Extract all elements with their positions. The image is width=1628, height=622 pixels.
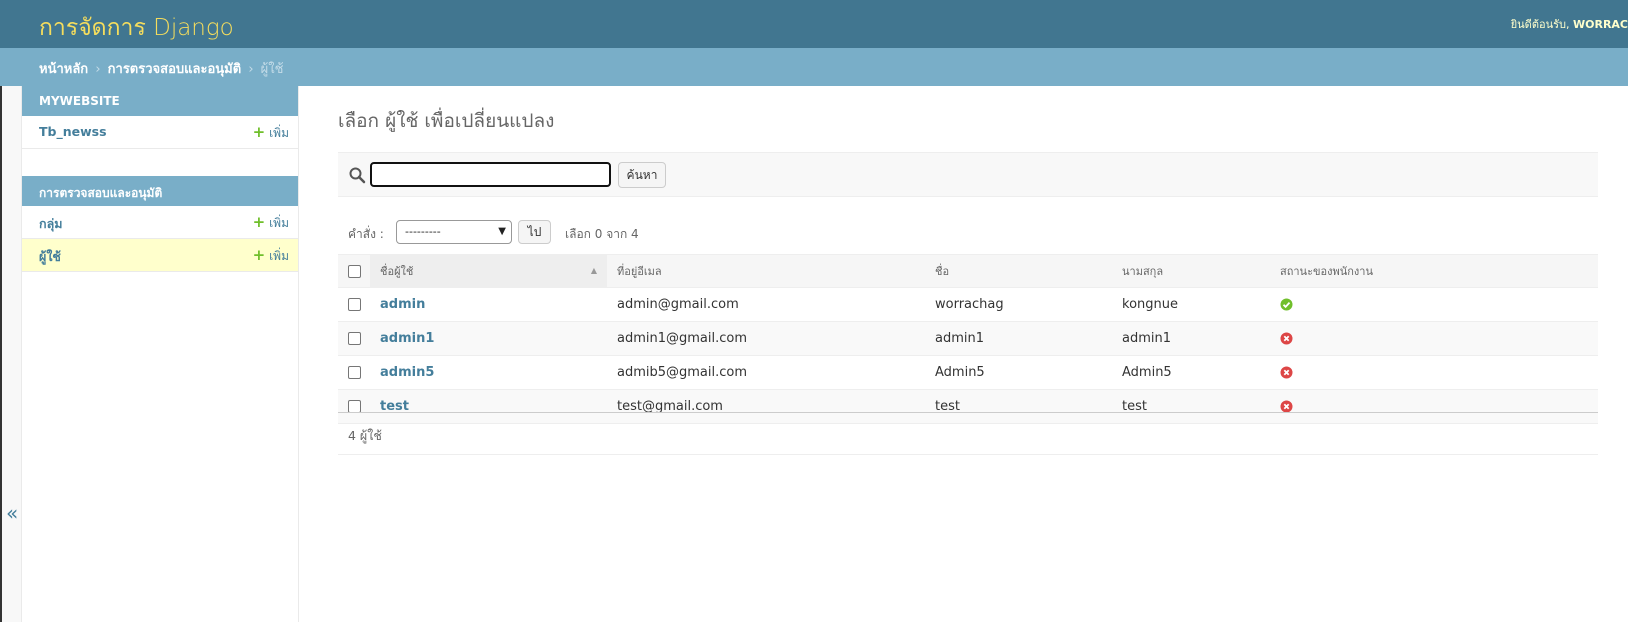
- sort-ascending-icon[interactable]: ▲: [591, 266, 597, 275]
- site-branding[interactable]: การจัดการ Django: [39, 10, 234, 46]
- sidebar-item-label[interactable]: กลุ่ม: [39, 214, 62, 234]
- x-circle-icon: [1280, 366, 1293, 379]
- row-checkbox-cell: [338, 287, 370, 322]
- sidebar-item-users: ผู้ใช้ + เพิ่ม: [22, 239, 298, 272]
- header: การจัดการ Django ยินดีต้อนรับ, WORRAC: [0, 0, 1628, 48]
- row-checkbox-cell: [338, 355, 370, 390]
- cell-last-name: kongnue: [1112, 287, 1270, 322]
- table-row: admin1 admin1@gmail.com admin1 admin1: [338, 321, 1598, 356]
- sidebar-item-groups: กลุ่ม + เพิ่ม: [22, 206, 298, 239]
- cell-username: admin: [370, 287, 607, 322]
- result-table: ชื่อผู้ใช้ ▲ ที่อยู่อีเมล ชื่อ นามสกุล สถ…: [338, 254, 1598, 424]
- plus-icon: +: [252, 123, 266, 141]
- page-title: เลือก ผู้ใช้ เพื่อเปลี่ยนแปลง: [338, 110, 555, 132]
- select-all-cell: [338, 254, 370, 288]
- column-header-label: ชื่อผู้ใช้: [380, 265, 414, 278]
- column-header-staff-status[interactable]: สถานะของพนักงาน: [1270, 254, 1598, 288]
- cell-staff-status: [1270, 287, 1598, 322]
- search-toolbar: ค้นหา: [338, 152, 1598, 197]
- breadcrumb-current: ผู้ใช้: [260, 62, 284, 77]
- username: WORRAC: [1572, 18, 1628, 31]
- paginator: 4 ผู้ใช้: [338, 412, 1598, 455]
- column-header-email[interactable]: ที่อยู่อีเมล: [607, 254, 925, 288]
- row-checkbox[interactable]: [348, 298, 361, 311]
- sidebar-item-label[interactable]: ผู้ใช้: [39, 247, 61, 267]
- cell-last-name: admin1: [1112, 321, 1270, 356]
- x-circle-icon: [1280, 332, 1293, 345]
- double-chevron-left-icon[interactable]: «: [6, 501, 18, 525]
- welcome-text: ยินดีต้อนรับ,: [1510, 18, 1570, 31]
- search-button[interactable]: ค้นหา: [618, 162, 666, 188]
- username-link[interactable]: admin5: [380, 365, 434, 380]
- cell-email: admib5@gmail.com: [607, 355, 925, 390]
- action-select[interactable]: --------- ▼: [396, 220, 512, 244]
- add-tb-newss-link[interactable]: + เพิ่ม: [253, 124, 289, 143]
- sidebar-item-label[interactable]: Tb_newss: [39, 124, 107, 139]
- select-all-checkbox[interactable]: [348, 264, 361, 278]
- cell-username: admin5: [370, 355, 607, 390]
- cell-first-name: Admin5: [925, 355, 1112, 390]
- cell-email: admin1@gmail.com: [607, 321, 925, 356]
- cell-last-name: Admin5: [1112, 355, 1270, 390]
- search-input[interactable]: [370, 162, 611, 187]
- table-row: admin5 admib5@gmail.com Admin5 Admin5: [338, 355, 1598, 390]
- action-label: คำสั่ง :: [348, 227, 384, 241]
- username-link[interactable]: admin1: [380, 331, 434, 346]
- table-row: admin admin@gmail.com worrachag kongnue: [338, 287, 1598, 322]
- add-user-link[interactable]: + เพิ่ม: [253, 247, 289, 266]
- nav-sidebar: MYWEBSITE Tb_newss + เพิ่ม การตรวจสอบและ…: [22, 86, 299, 622]
- add-label: เพิ่ม: [269, 216, 289, 230]
- row-checkbox-cell: [338, 321, 370, 356]
- column-header-first-name[interactable]: ชื่อ: [925, 254, 1112, 288]
- plus-icon: +: [252, 246, 266, 264]
- add-label: เพิ่ม: [269, 126, 289, 140]
- module-auth: การตรวจสอบและอนุมัติ กลุ่ม + เพิ่ม ผู้ใช…: [22, 176, 298, 272]
- check-circle-icon: [1280, 298, 1293, 311]
- action-counter: เลือก 0 จาก 4: [565, 227, 639, 241]
- row-checkbox[interactable]: [348, 366, 361, 379]
- breadcrumb-separator: ›: [95, 62, 101, 77]
- cell-first-name: worrachag: [925, 287, 1112, 322]
- toggle-nav-sidebar[interactable]: «: [2, 86, 22, 622]
- cell-staff-status: [1270, 355, 1598, 390]
- module-caption[interactable]: การตรวจสอบและอนุมัติ: [22, 176, 298, 206]
- column-header-last-name[interactable]: นามสกุล: [1112, 254, 1270, 288]
- plus-icon: +: [252, 213, 266, 231]
- cell-staff-status: [1270, 321, 1598, 356]
- user-tools: ยินดีต้อนรับ, WORRAC: [1511, 15, 1628, 33]
- breadcrumb-app[interactable]: การตรวจสอบและอนุมัติ: [108, 62, 242, 77]
- username-link[interactable]: admin: [380, 297, 425, 312]
- module-mywebsite: MYWEBSITE Tb_newss + เพิ่ม: [22, 86, 298, 149]
- cell-email: admin@gmail.com: [607, 287, 925, 322]
- breadcrumb-separator: ›: [248, 62, 254, 77]
- sidebar-item-tb-newss: Tb_newss + เพิ่ม: [22, 116, 298, 149]
- breadcrumb-home[interactable]: หน้าหลัก: [39, 62, 88, 77]
- add-label: เพิ่ม: [269, 249, 289, 263]
- chevron-down-icon: ▼: [498, 226, 506, 237]
- table-body: admin admin@gmail.com worrachag kongnue admi…: [338, 287, 1598, 424]
- breadcrumb: หน้าหลัก › การตรวจสอบและอนุมัติ › ผู้ใช้: [0, 48, 1628, 86]
- cell-first-name: admin1: [925, 321, 1112, 356]
- row-checkbox[interactable]: [348, 332, 361, 345]
- column-header-username[interactable]: ชื่อผู้ใช้ ▲: [370, 254, 607, 288]
- search-icon: [349, 167, 366, 184]
- cell-username: admin1: [370, 321, 607, 356]
- action-go-button[interactable]: ไป: [518, 220, 551, 244]
- add-group-link[interactable]: + เพิ่ม: [253, 214, 289, 233]
- module-caption[interactable]: MYWEBSITE: [22, 86, 298, 116]
- action-selected-option: ---------: [405, 225, 441, 238]
- table-header-row: ชื่อผู้ใช้ ▲ ที่อยู่อีเมล ชื่อ นามสกุล สถ…: [338, 254, 1598, 288]
